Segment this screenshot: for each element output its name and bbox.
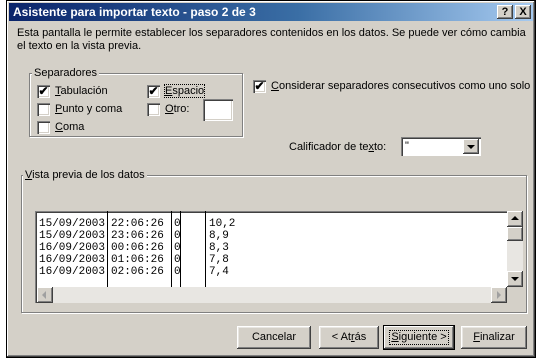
comma-label: Coma <box>55 121 85 133</box>
tab-checkbox[interactable]: ✔ <box>37 85 50 98</box>
column-divider <box>171 211 172 287</box>
dropdown-arrow-button[interactable] <box>463 139 479 154</box>
finish-button[interactable]: Finalizar <box>461 326 527 349</box>
column-divider <box>107 211 108 287</box>
space-checkbox[interactable]: ✔ <box>147 85 160 98</box>
other-checkbox[interactable] <box>147 103 160 116</box>
comma-checkbox[interactable] <box>37 121 50 134</box>
check-mark-icon: ✔ <box>38 84 49 98</box>
arrow-up-icon <box>511 216 519 220</box>
tab-label: Tabulación <box>55 85 108 97</box>
cancel-button[interactable]: Cancelar <box>237 326 311 349</box>
preview-legend: Vista previa de los datos <box>23 169 147 181</box>
window-title: Asistente para importar texto - paso 2 d… <box>13 5 256 19</box>
title-bar: Asistente para importar texto - paso 2 d… <box>9 3 533 21</box>
import-text-wizard-dialog: Asistente para importar texto - paso 2 d… <box>6 0 536 358</box>
consecutive-checkbox[interactable]: ✔ <box>253 80 266 93</box>
other-separator-input[interactable] <box>203 99 233 121</box>
space-label: Espacio <box>163 84 206 98</box>
back-button[interactable]: < Atrás <box>319 326 379 349</box>
check-mark-icon: ✔ <box>254 79 265 93</box>
vertical-scrollbar[interactable] <box>507 211 523 287</box>
arrow-left-icon <box>42 291 46 299</box>
vertical-scroll-thumb[interactable] <box>507 227 523 241</box>
chevron-down-icon <box>467 145 475 149</box>
consecutive-label: Considerar separadores consecutivos como… <box>271 80 531 92</box>
column-divider <box>205 211 206 287</box>
step-description: Esta pantalla le permite establecer los … <box>17 27 526 52</box>
close-button[interactable]: X <box>515 5 531 19</box>
semicolon-checkbox[interactable] <box>37 103 50 116</box>
scroll-right-button[interactable] <box>491 287 507 303</box>
help-button[interactable]: ? <box>497 5 513 19</box>
separators-legend: Separadores <box>32 67 99 79</box>
text-qualifier-select[interactable]: " <box>401 137 481 156</box>
arrow-down-icon <box>511 277 519 281</box>
semicolon-label: Punto y coma <box>55 103 123 115</box>
scroll-up-button[interactable] <box>507 211 523 227</box>
scroll-down-button[interactable] <box>507 271 523 287</box>
arrow-right-icon <box>497 291 501 299</box>
check-mark-icon: ✔ <box>148 84 159 98</box>
horizontal-scrollbar[interactable] <box>37 287 507 303</box>
text-qualifier-label: Calificador de texto: <box>289 141 387 153</box>
scroll-left-button[interactable] <box>37 287 53 303</box>
next-button[interactable]: Siguiente > <box>384 326 454 349</box>
other-label: Otro: <box>165 103 190 115</box>
text-qualifier-value: " <box>405 140 409 152</box>
